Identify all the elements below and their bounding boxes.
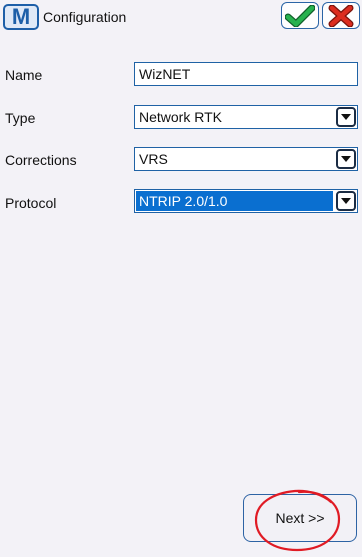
next-button[interactable]: Next >> bbox=[243, 494, 357, 542]
cancel-button[interactable] bbox=[322, 2, 360, 29]
type-label: Type bbox=[5, 110, 36, 126]
next-button-label: Next >> bbox=[275, 510, 325, 526]
window-title: Configuration bbox=[43, 9, 127, 25]
corrections-select[interactable]: VRS bbox=[134, 147, 358, 171]
close-icon bbox=[328, 4, 354, 27]
name-label: Name bbox=[5, 67, 43, 83]
type-select[interactable]: Network RTK bbox=[134, 105, 358, 129]
type-dropdown-button[interactable] bbox=[336, 107, 356, 127]
protocol-select[interactable]: NTRIP 2.0/1.0 bbox=[134, 189, 358, 213]
check-icon bbox=[285, 4, 315, 27]
corrections-select-value: VRS bbox=[139, 151, 168, 167]
name-input[interactable]: WizNET bbox=[134, 62, 358, 86]
protocol-dropdown-button[interactable] bbox=[336, 191, 356, 211]
app-logo-letter: M bbox=[11, 3, 31, 29]
chevron-down-icon bbox=[341, 197, 351, 204]
name-input-value: WizNET bbox=[139, 66, 191, 82]
corrections-dropdown-button[interactable] bbox=[336, 149, 356, 169]
chevron-down-icon bbox=[341, 113, 351, 120]
corrections-label: Corrections bbox=[5, 152, 77, 168]
app-logo: M bbox=[3, 4, 39, 30]
protocol-select-value: NTRIP 2.0/1.0 bbox=[139, 193, 228, 209]
protocol-label: Protocol bbox=[5, 195, 57, 211]
type-select-value: Network RTK bbox=[139, 109, 222, 125]
ok-button[interactable] bbox=[281, 2, 319, 29]
chevron-down-icon bbox=[341, 155, 351, 162]
